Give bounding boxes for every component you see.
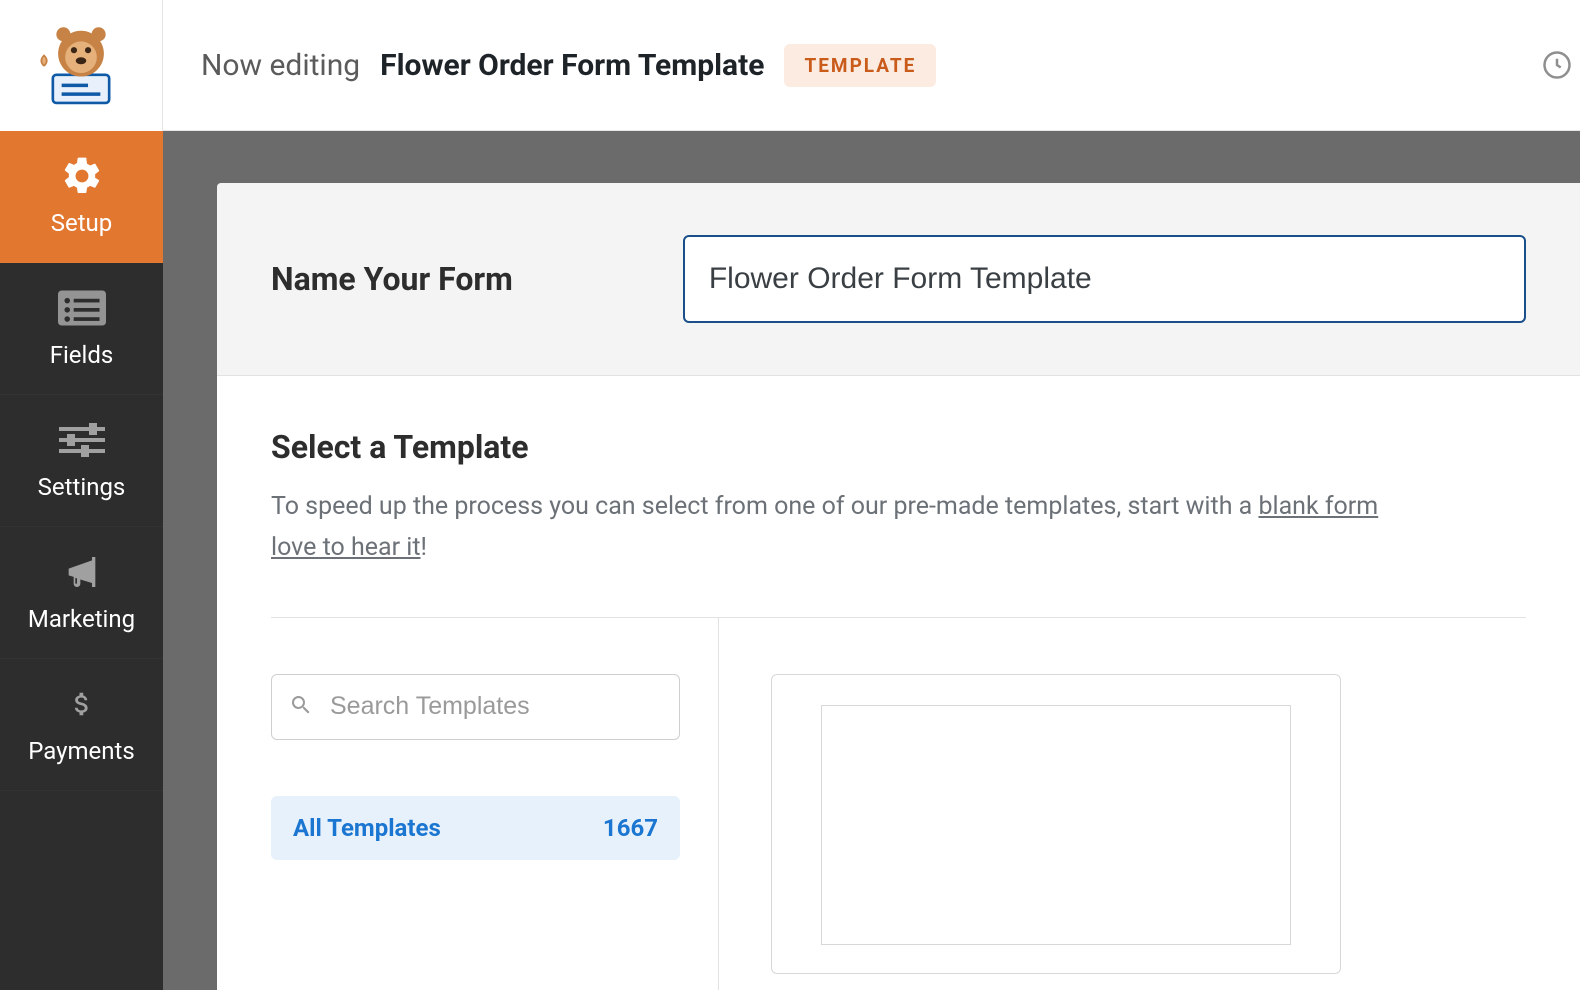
search-icon: [289, 693, 313, 721]
history-icon[interactable]: [1542, 50, 1572, 84]
template-preview-pane: [719, 618, 1526, 990]
template-preview-inner: [821, 705, 1291, 945]
sidebar-item-label: Payments: [28, 737, 135, 765]
sidebar-item-setup[interactable]: Setup: [0, 131, 163, 263]
template-categories-pane: All Templates 1667: [271, 618, 719, 990]
select-template-heading: Select a Template: [271, 428, 1526, 466]
setup-panel: Name Your Form Select a Template To spee…: [217, 183, 1580, 990]
sidebar-item-label: Fields: [50, 341, 114, 369]
topbar: Now editing Flower Order Form Template T…: [163, 0, 1580, 131]
template-preview-card[interactable]: [771, 674, 1341, 974]
list-icon: [58, 289, 106, 327]
category-all-templates[interactable]: All Templates 1667: [271, 796, 680, 860]
select-template-section: Select a Template To speed up the proces…: [217, 376, 1580, 990]
desc-text: To speed up the process you can select f…: [271, 492, 1258, 521]
bullhorn-icon: [58, 553, 106, 591]
gear-icon: [58, 157, 106, 195]
name-form-label: Name Your Form: [271, 260, 513, 298]
desc-tail: !: [421, 533, 427, 562]
select-template-description: To speed up the process you can select f…: [271, 486, 1526, 569]
logo[interactable]: [0, 0, 163, 131]
page-title: Flower Order Form Template: [380, 48, 764, 83]
sidebar-item-label: Settings: [38, 473, 126, 501]
form-name-input[interactable]: [683, 235, 1526, 323]
name-form-section: Name Your Form: [217, 183, 1580, 376]
sidebar-item-payments[interactable]: Payments: [0, 659, 163, 791]
wpforms-logo-icon: [37, 22, 125, 110]
template-badge: TEMPLATE: [784, 44, 936, 87]
sidebar-item-marketing[interactable]: Marketing: [0, 527, 163, 659]
sidebar-item-label: Setup: [51, 209, 113, 237]
dollar-icon: [58, 685, 106, 723]
blank-form-link[interactable]: blank form: [1258, 492, 1378, 521]
sliders-icon: [58, 421, 106, 459]
hear-it-link[interactable]: love to hear it: [271, 533, 421, 562]
sidebar-item-fields[interactable]: Fields: [0, 263, 163, 395]
editing-prefix: Now editing: [201, 48, 360, 83]
sidebar: Setup Fields Settings Marketing: [0, 0, 163, 990]
category-count: 1667: [603, 814, 658, 842]
sidebar-item-settings[interactable]: Settings: [0, 395, 163, 527]
search-templates-input[interactable]: [271, 674, 680, 740]
category-label: All Templates: [293, 814, 441, 842]
sidebar-item-label: Marketing: [28, 605, 135, 633]
content-backdrop: Name Your Form Select a Template To spee…: [163, 131, 1580, 990]
